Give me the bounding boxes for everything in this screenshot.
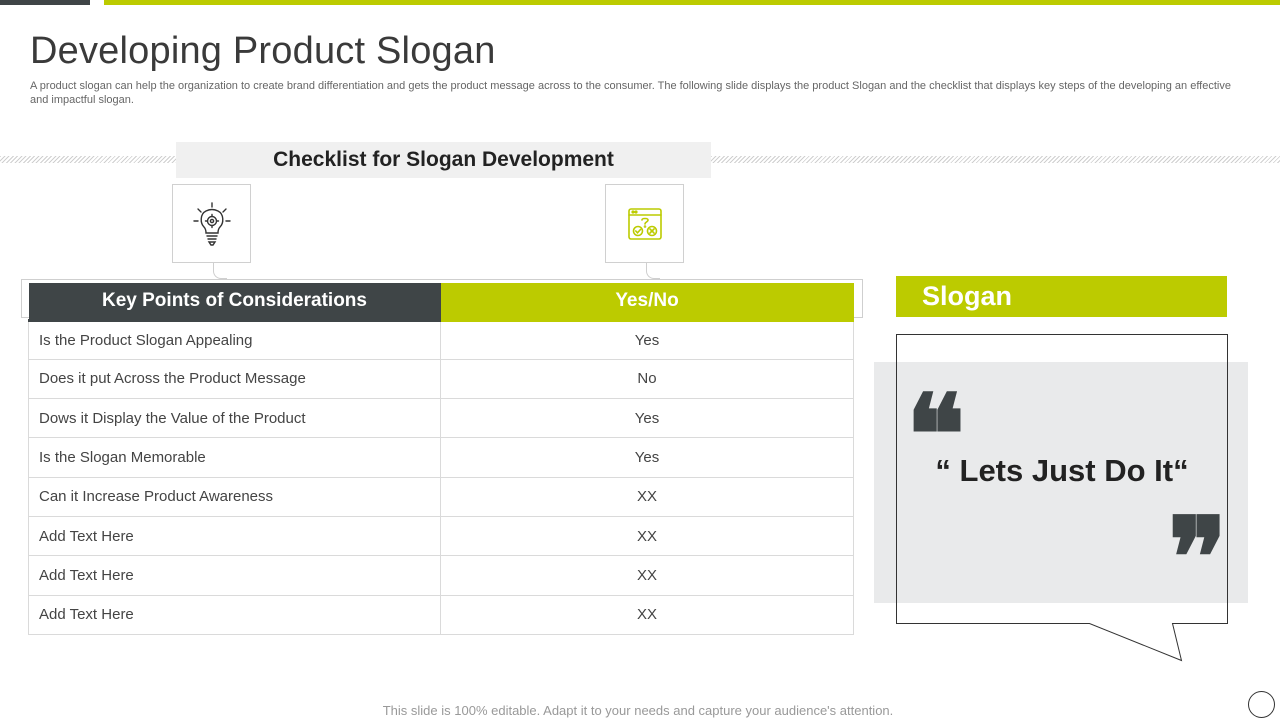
answer-cell: XX: [440, 515, 854, 557]
key-point-cell: Can it Increase Product Awareness: [28, 476, 441, 517]
answer-cell: XX: [440, 555, 854, 596]
answer-cell: No: [440, 358, 854, 400]
key-point-cell: Does it put Across the Product Message: [28, 358, 441, 400]
answer-cell: Yes: [440, 437, 854, 478]
connector-line-left: [213, 263, 227, 279]
column-header-key-points: Key Points of Considerations: [28, 283, 441, 322]
table-row: Add Text Here XX: [28, 515, 854, 557]
table-row: Add Text Here XX: [28, 555, 854, 596]
answer-cell: Yes: [440, 398, 854, 439]
key-point-cell: Add Text Here: [28, 515, 441, 557]
page-title: Developing Product Slogan: [30, 30, 496, 72]
lightbulb-icon-box: [172, 184, 251, 263]
hatch-divider-right: [711, 156, 1280, 163]
key-point-cell: Is the Product Slogan Appealing: [28, 319, 441, 360]
table-row: Is the Product Slogan Appealing Yes: [28, 319, 854, 360]
hatch-divider-left: [0, 156, 176, 163]
close-quote-icon: ❞: [1168, 493, 1228, 622]
page-subtitle: A product slogan can help the organizati…: [30, 80, 1231, 106]
key-point-cell: Add Text Here: [28, 594, 441, 635]
slogan-text: “ Lets Just Do It“: [935, 453, 1189, 488]
answer-cell: XX: [440, 594, 854, 635]
table-row: Does it put Across the Product Message N…: [28, 358, 854, 400]
checklist-icon-box: [605, 184, 684, 263]
table-row: Dows it Display the Value of the Product…: [28, 398, 854, 439]
connector-line-right: [646, 263, 660, 279]
lightbulb-gear-icon: [192, 201, 231, 246]
table-row: Can it Increase Product Awareness XX: [28, 476, 854, 517]
checklist-table: Key Points of Considerations Yes/No Is t…: [28, 283, 854, 635]
key-point-cell: Dows it Display the Value of the Product: [28, 398, 441, 439]
slogan-heading: Slogan: [896, 276, 1227, 317]
footer-note: This slide is 100% editable. Adapt it to…: [382, 703, 894, 718]
answer-cell: XX: [440, 476, 854, 517]
checklist-window-icon: [627, 207, 662, 240]
key-point-cell: Add Text Here: [28, 555, 441, 596]
key-point-cell: Is the Slogan Memorable: [28, 437, 441, 478]
top-accent-bar-dark: [0, 0, 90, 5]
answer-cell: Yes: [440, 319, 854, 360]
table-row: Is the Slogan Memorable Yes: [28, 437, 854, 478]
top-accent-bar-green: [104, 0, 1280, 5]
table-header-row: Key Points of Considerations Yes/No: [28, 283, 854, 322]
corner-circle: [1248, 691, 1275, 718]
checklist-header: Checklist for Slogan Development: [176, 142, 711, 178]
column-header-yes-no: Yes/No: [440, 283, 854, 322]
table-row: Add Text Here XX: [28, 594, 854, 635]
